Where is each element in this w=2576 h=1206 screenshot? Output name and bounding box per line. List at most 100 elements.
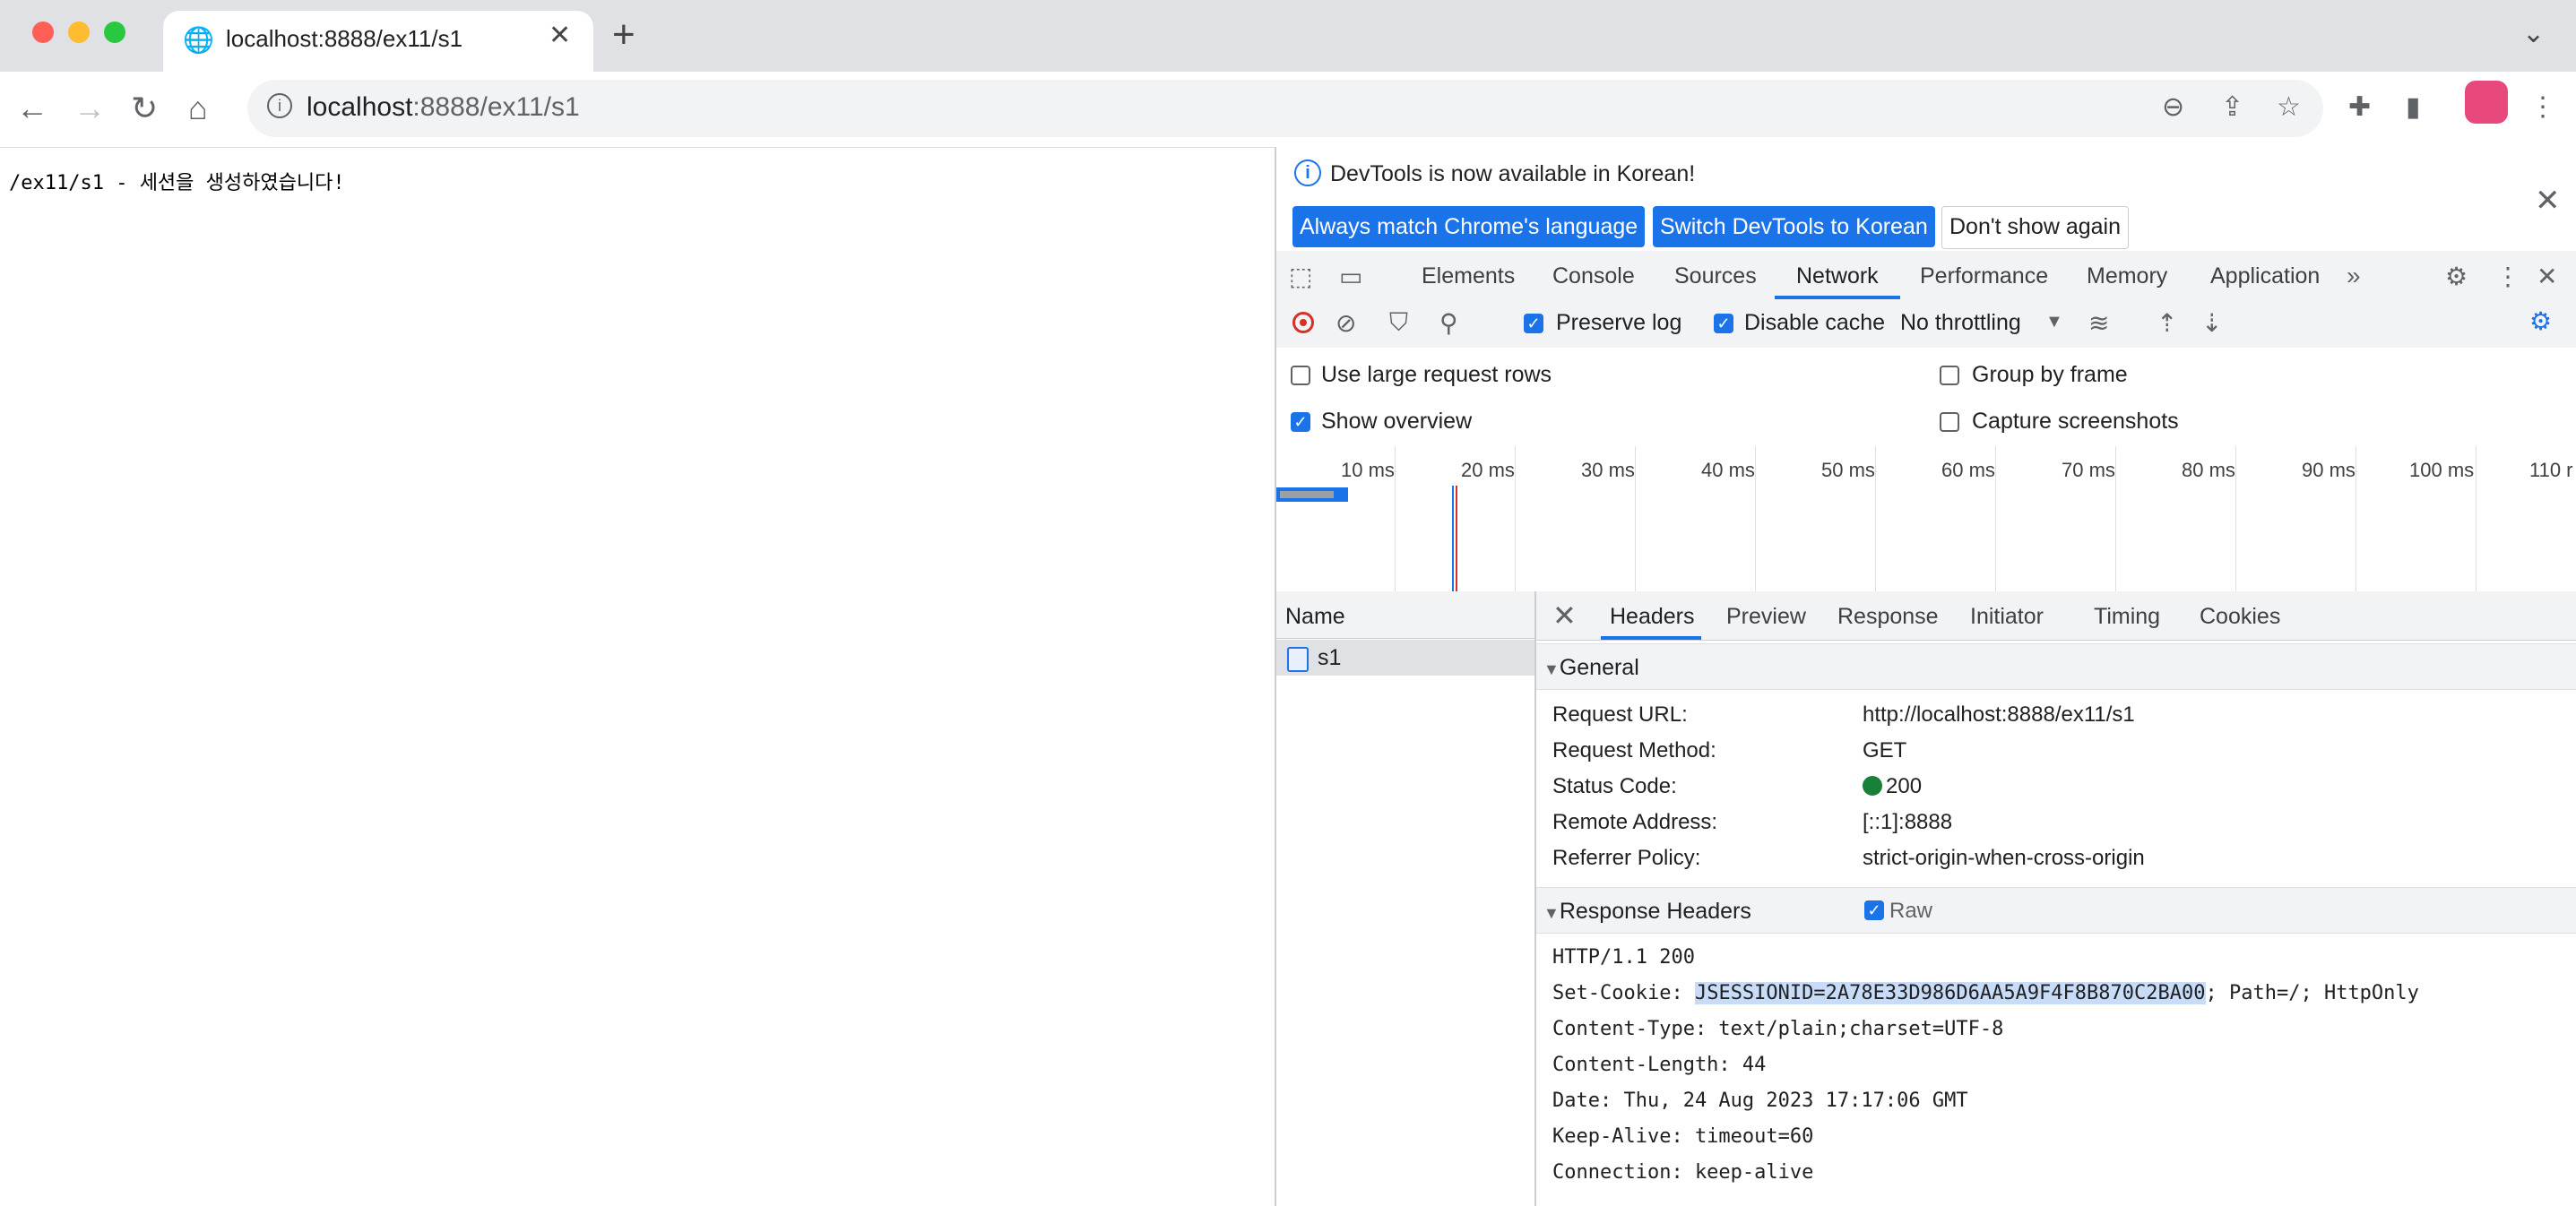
triangle-down-icon: ▼ xyxy=(1543,660,1560,678)
group-by-frame-checkbox[interactable] xyxy=(1940,366,1959,385)
tab-console[interactable]: Console xyxy=(1552,263,1635,289)
details-tabs: ✕ Headers Preview Response Initiator Tim… xyxy=(1536,591,2576,641)
back-arrow-icon[interactable]: ← xyxy=(16,90,48,127)
close-icon[interactable]: ✕ xyxy=(2537,262,2557,291)
info-icon[interactable]: i xyxy=(267,93,292,118)
timeline-tick-label: 40 ms xyxy=(1701,459,1755,481)
raw-header-line: Connection: keep-alive xyxy=(1552,1161,1814,1184)
general-key: Status Code: xyxy=(1552,774,1677,798)
url-host: localhost xyxy=(307,92,413,122)
raw-header-line: Date: Thu, 24 Aug 2023 17:17:06 GMT xyxy=(1552,1090,1968,1112)
general-key: Remote Address: xyxy=(1552,810,1718,834)
record-icon[interactable] xyxy=(1292,312,1314,333)
side-panel-icon[interactable]: ▮ xyxy=(2406,91,2421,123)
timeline-gridline xyxy=(1875,446,1876,591)
tab-sources[interactable]: Sources xyxy=(1674,263,1757,289)
response-headers-title-text: Response Headers xyxy=(1559,899,1751,924)
tab-timing[interactable]: Timing xyxy=(2094,604,2160,630)
forward-arrow-icon[interactable]: → xyxy=(73,90,106,127)
network-settings-gear-icon[interactable]: ⚙ xyxy=(2529,306,2552,336)
home-icon[interactable]: ⌂ xyxy=(188,90,208,127)
general-section-header[interactable]: ▼General xyxy=(1536,643,2576,690)
raw-header-line: Keep-Alive: timeout=60 xyxy=(1552,1125,1814,1148)
raw-header-line: Content-Length: 44 xyxy=(1552,1054,1767,1076)
chevron-down-icon[interactable]: ⌄ xyxy=(2522,18,2545,49)
search-icon[interactable]: ⚲ xyxy=(1439,308,1458,338)
remote-address-value: [::1]:8888 xyxy=(1863,810,1953,834)
device-toolbar-icon[interactable]: ▭ xyxy=(1339,262,1362,291)
request-list: Name s1 xyxy=(1276,591,1536,1206)
browser-titlebar: 🌐 localhost:8888/ex11/s1 ✕ + ⌄ xyxy=(0,0,2576,72)
tab-close-icon[interactable]: ✕ xyxy=(549,20,571,51)
network-settings-pane: Use large request rows Group by frame ✓ … xyxy=(1276,348,2576,447)
url-text[interactable]: localhost:8888/ex11/s1 xyxy=(307,92,580,123)
request-row[interactable]: s1 xyxy=(1276,640,1534,676)
caret-down-icon[interactable]: ▼ xyxy=(2045,312,2063,332)
timeline-gridline xyxy=(2115,446,2116,591)
raw-checkbox[interactable]: ✓ xyxy=(1864,900,1884,920)
maximize-window-button[interactable] xyxy=(104,22,125,43)
tab-cookies[interactable]: Cookies xyxy=(2200,604,2280,630)
browser-tab[interactable]: 🌐 localhost:8888/ex11/s1 ✕ xyxy=(163,11,593,72)
language-notice-bar: i DevTools is now available in Korean! A… xyxy=(1276,147,2576,252)
tab-headers[interactable]: Headers xyxy=(1610,604,1695,630)
capture-screenshots-label: Capture screenshots xyxy=(1972,409,2179,434)
preserve-log-checkbox[interactable]: ✓ xyxy=(1524,314,1543,333)
tab-initiator[interactable]: Initiator xyxy=(1970,604,2044,630)
kebab-menu-icon[interactable]: ⋮ xyxy=(2529,91,2556,123)
tab-preview[interactable]: Preview xyxy=(1726,604,1806,630)
zoom-out-icon[interactable]: ⊖ xyxy=(2162,91,2184,123)
capture-screenshots-checkbox[interactable] xyxy=(1940,412,1959,432)
disable-cache-checkbox[interactable]: ✓ xyxy=(1714,314,1733,333)
large-rows-checkbox[interactable] xyxy=(1291,366,1310,385)
throttling-select[interactable]: No throttling xyxy=(1900,310,2021,336)
url-path: :8888/ex11/s1 xyxy=(412,92,580,122)
tab-memory[interactable]: Memory xyxy=(2087,263,2167,289)
gear-icon[interactable]: ⚙ xyxy=(2445,262,2468,291)
timeline-gridline xyxy=(2476,446,2477,591)
network-conditions-icon[interactable]: ≋ xyxy=(2088,308,2109,338)
minimize-window-button[interactable] xyxy=(68,22,90,43)
profile-avatar[interactable] xyxy=(2465,81,2508,124)
import-har-icon[interactable]: ⇡ xyxy=(2157,308,2177,338)
close-icon[interactable]: ✕ xyxy=(2535,183,2561,219)
tab-network[interactable]: Network xyxy=(1796,263,1879,289)
switch-to-korean-button[interactable]: Switch DevTools to Korean xyxy=(1653,206,1935,247)
name-column-header[interactable]: Name xyxy=(1276,591,1534,639)
filter-icon[interactable]: ⛉ xyxy=(1389,308,1408,338)
timeline-tick-label: 10 ms xyxy=(1341,459,1395,481)
always-match-language-button[interactable]: Always match Chrome's language xyxy=(1292,206,1646,247)
new-tab-icon[interactable]: + xyxy=(612,13,635,57)
jsessionid-highlight[interactable]: JSESSIONID=2A78E33D986D6AA5A9F4F8B870C2B… xyxy=(1694,982,2206,1004)
reload-icon[interactable]: ↻ xyxy=(131,90,158,127)
document-icon xyxy=(1287,647,1309,672)
close-icon[interactable]: ✕ xyxy=(1552,599,1577,633)
show-overview-checkbox[interactable]: ✓ xyxy=(1291,412,1310,432)
more-tabs-icon[interactable]: » xyxy=(2347,262,2361,290)
export-har-icon[interactable]: ⇣ xyxy=(2201,308,2222,338)
response-headers-section-header[interactable]: ▼Response Headers ✓ Raw xyxy=(1536,887,2576,934)
load-event-line xyxy=(1456,486,1457,591)
dont-show-again-button[interactable]: Don't show again xyxy=(1941,206,2130,249)
share-icon[interactable]: ⇪ xyxy=(2221,91,2243,123)
request-bar-waiting xyxy=(1280,491,1334,498)
info-icon: i xyxy=(1294,159,1321,186)
extensions-puzzle-icon[interactable]: ✚ xyxy=(2348,91,2371,123)
network-toolbar: ⊘ ⛉ ⚲ ✓ Preserve log ✓ Disable cache No … xyxy=(1276,299,2576,349)
bookmark-star-icon[interactable]: ☆ xyxy=(2277,91,2301,123)
name-header-label: Name xyxy=(1285,604,1345,629)
inspect-element-icon[interactable]: ⬚ xyxy=(1289,262,1312,291)
notice-message: DevTools is now available in Korean! xyxy=(1330,161,1696,186)
general-title-text: General xyxy=(1559,655,1639,680)
tab-elements[interactable]: Elements xyxy=(1422,263,1515,289)
tab-response[interactable]: Response xyxy=(1837,604,1939,630)
raw-header-line: HTTP/1.1 200 xyxy=(1552,946,1695,969)
clear-icon[interactable]: ⊘ xyxy=(1336,308,1356,338)
tab-performance[interactable]: Performance xyxy=(1920,263,2048,289)
timeline-tick-label: 60 ms xyxy=(1941,459,1995,481)
general-key: Request URL: xyxy=(1552,702,1688,727)
close-window-button[interactable] xyxy=(32,22,54,43)
network-overview-timeline[interactable]: 10 ms 20 ms 30 ms 40 ms 50 ms 60 ms 70 m… xyxy=(1276,446,2576,592)
tab-application[interactable]: Application xyxy=(2210,263,2320,289)
kebab-menu-icon[interactable]: ⋮ xyxy=(2495,262,2520,291)
